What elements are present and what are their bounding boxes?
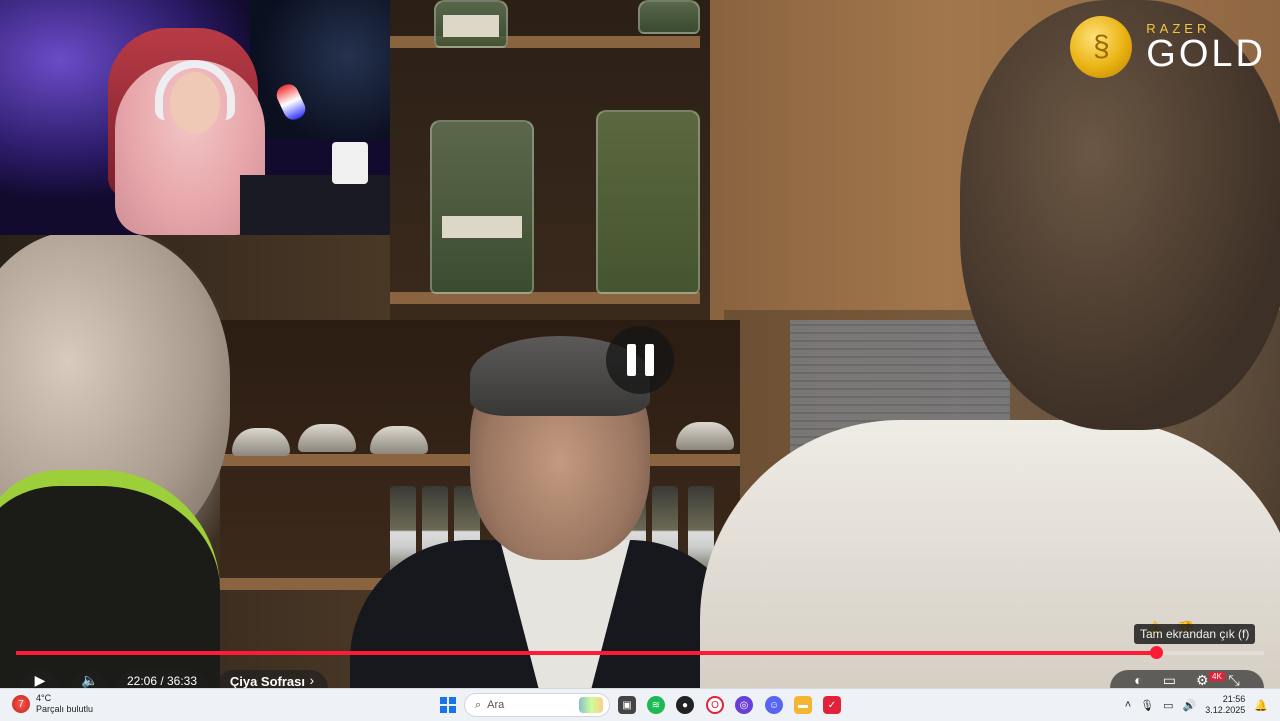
brand-bottom-text: GOLD: [1146, 32, 1266, 75]
progress-fill: [16, 651, 1157, 655]
search-icon: ⌕: [475, 698, 482, 711]
clock-date: 3.12.2025: [1205, 705, 1246, 715]
play-button[interactable]: ▶: [20, 670, 60, 688]
windows-taskbar: 7 4°C Parçalı bulutlu ⌕ Ara ▣ ≋ ● O ◎ ☺ …: [0, 688, 1280, 721]
volume-button[interactable]: 🔈: [72, 670, 108, 688]
opera-icon[interactable]: O: [706, 696, 724, 714]
player-controls: ▶ 🔈 22:06 / 36:33 Çiya Sofrası › ◐ ▭ ⚙ ⤡: [16, 670, 1264, 688]
fullscreen-exit-icon[interactable]: ⤡: [1229, 672, 1240, 689]
settings-icon[interactable]: ⚙: [1196, 672, 1209, 689]
browser-icon[interactable]: ◎: [735, 696, 753, 714]
start-button[interactable]: [440, 697, 456, 713]
video-title: Çiya Sofrası: [229, 673, 306, 689]
weather-temp: 4°C: [36, 693, 52, 703]
webcam-mug: [332, 142, 368, 184]
razer-snake-icon: §: [1070, 16, 1133, 78]
weather-icon: 7: [12, 695, 30, 713]
pause-icon: [626, 344, 636, 376]
volume-icon: 🔈: [81, 671, 99, 688]
discord-icon[interactable]: ☺: [765, 696, 783, 714]
sponsor-logo: § RAZER GOLD: [1070, 16, 1266, 78]
play-icon: ▶: [34, 671, 46, 688]
chevron-right-icon: ›: [309, 672, 315, 688]
microphone-icon[interactable]: 🎙: [1140, 699, 1154, 712]
network-icon[interactable]: ▭: [1163, 699, 1173, 712]
time-display: 22:06 / 36:33: [116, 670, 208, 688]
system-tray: ˄ 🎙 ▭ 🔊 21:56 3.12.2025 🔔: [1125, 689, 1280, 721]
time-text: 22:06 / 36:33: [126, 674, 198, 688]
pause-button[interactable]: [606, 326, 674, 394]
quality-badge: 4K: [1209, 672, 1225, 681]
taskbar-search[interactable]: ⌕ Ara: [464, 693, 610, 717]
video-player[interactable]: § RAZER GOLD 👍 👎 ▤ ➦ Tam ekrandan çık (f…: [0, 0, 1280, 688]
webcam-desk: [240, 175, 390, 235]
chevron-up-icon[interactable]: ˄: [1125, 699, 1131, 711]
spotify-icon[interactable]: ≋: [647, 696, 665, 714]
exit-fullscreen-tooltip: Tam ekrandan çık (f): [1134, 624, 1256, 644]
app-icon[interactable]: ●: [676, 696, 694, 714]
weather-desc: Parçalı bulutlu: [36, 704, 94, 714]
search-placeholder: Ara: [487, 699, 505, 711]
app-red-icon[interactable]: ✓: [823, 696, 841, 714]
notification-icon[interactable]: 🔔: [1254, 699, 1268, 712]
clock[interactable]: 21:56 3.12.2025: [1205, 694, 1245, 716]
clock-time: 21:56: [1222, 694, 1246, 704]
subtitles-icon[interactable]: ▭: [1163, 672, 1176, 689]
task-view-icon[interactable]: ▣: [618, 696, 636, 714]
speaker-icon[interactable]: 🔊: [1183, 699, 1197, 712]
progress-bar[interactable]: [16, 646, 1264, 659]
file-explorer-icon[interactable]: ▬: [794, 696, 812, 714]
webcam-overlay: [0, 0, 390, 235]
person-right-body: [700, 420, 1280, 688]
search-highlight-icon: [579, 697, 603, 713]
autoplay-toggle-icon[interactable]: ◐: [1134, 672, 1142, 688]
webcam-window-view: [250, 0, 390, 140]
video-title-chip[interactable]: Çiya Sofrası ›: [216, 670, 328, 688]
weather-widget[interactable]: 7 4°C Parçalı bulutlu: [12, 693, 93, 715]
right-controls: ◐ ▭ ⚙ ⤡: [1110, 670, 1264, 688]
background-shelf-unit: [390, 0, 724, 320]
